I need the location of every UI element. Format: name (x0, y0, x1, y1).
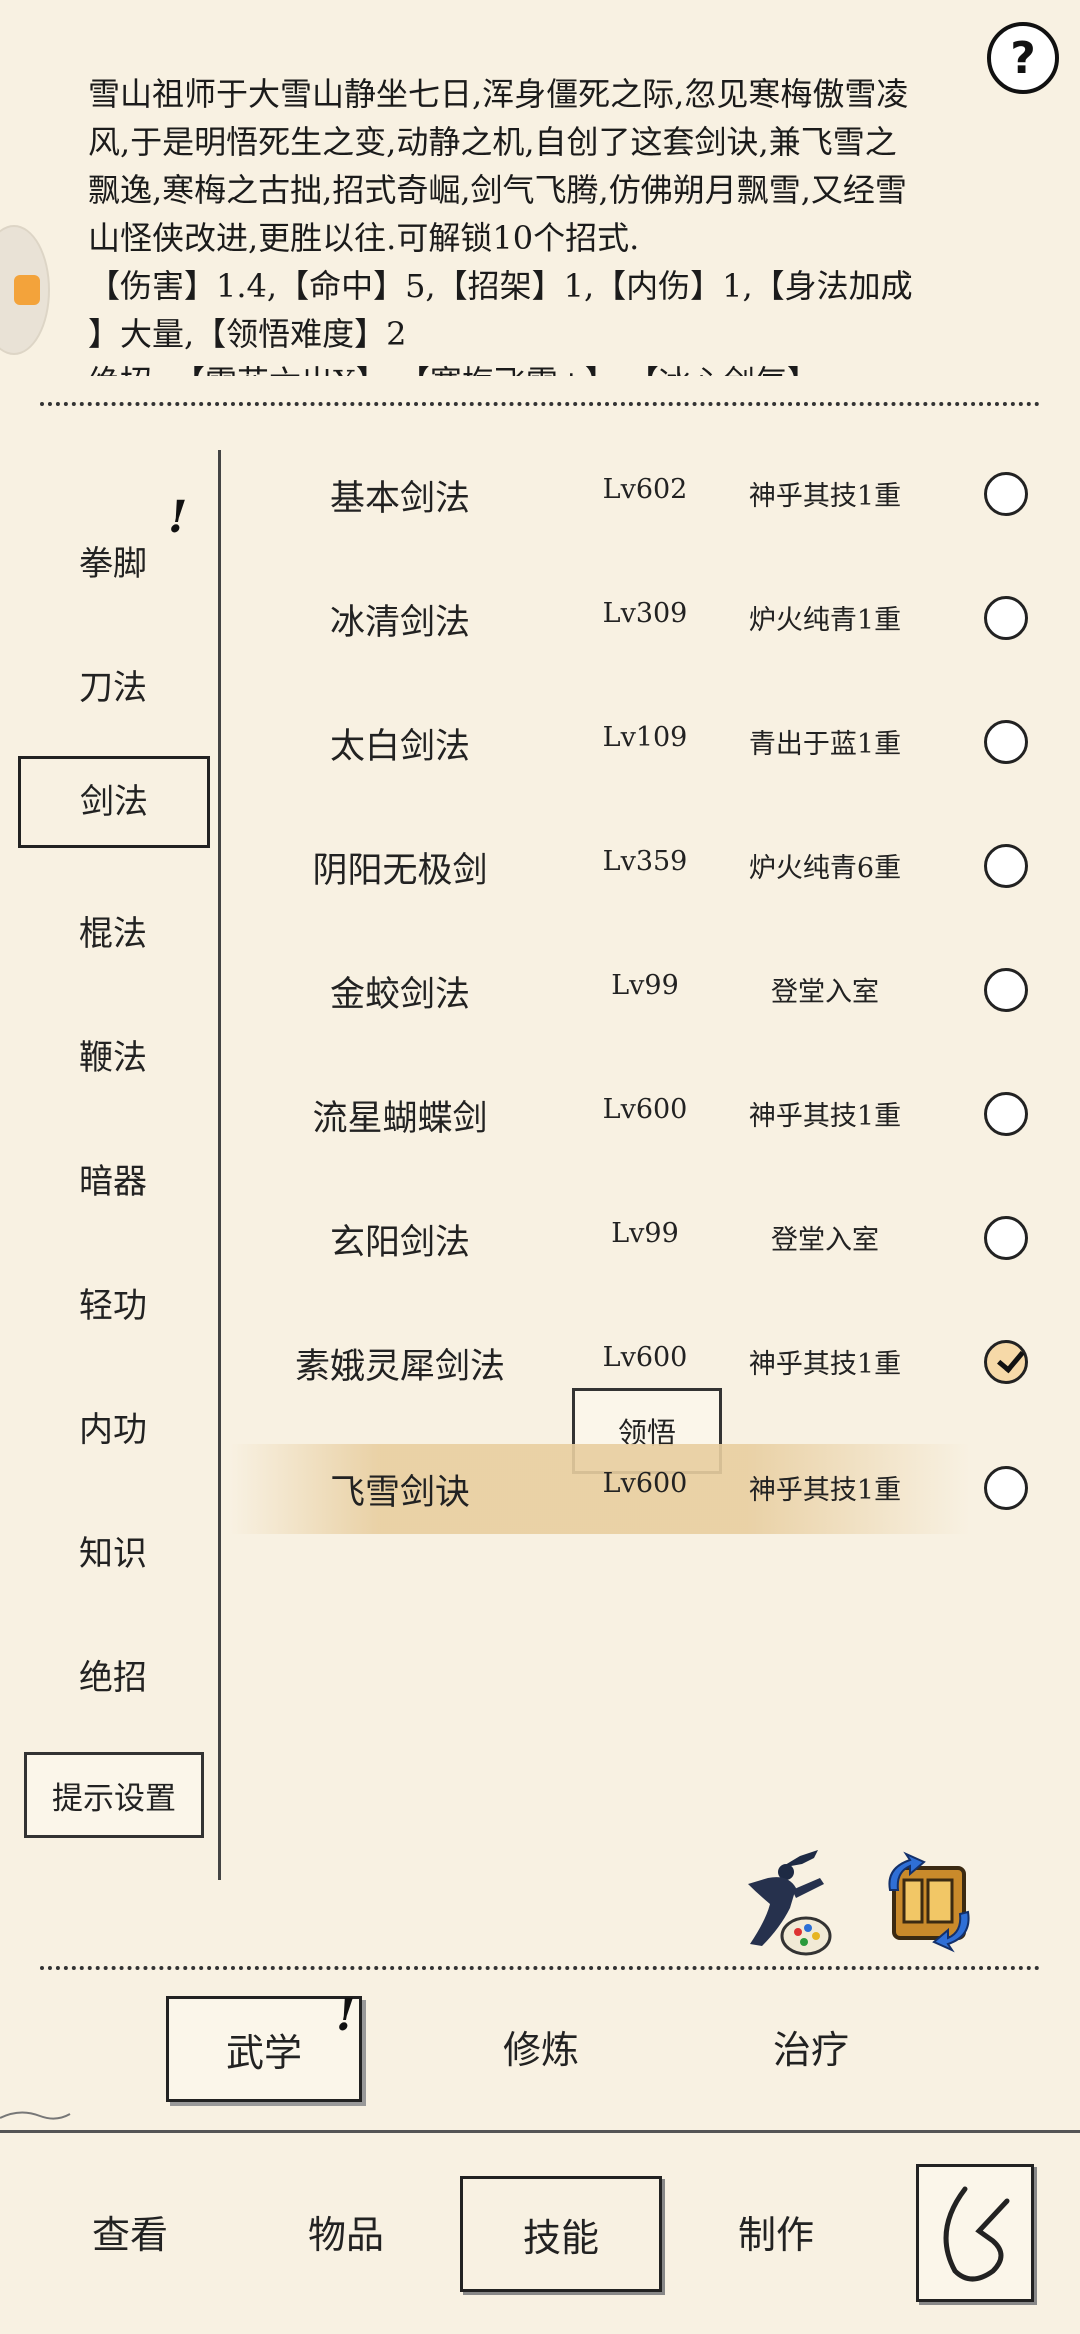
category-zhishi[interactable]: 知识 (28, 1526, 198, 1575)
skill-name: 基本剑法 (329, 479, 470, 519)
skill-name: 素娥灵犀剑法 (294, 1347, 505, 1387)
description-line: 雪山祖师于大雪山静坐七日,浑身僵死之际,忽见寒梅傲雪凌 (88, 75, 909, 113)
description-line: 风,于是明悟死生之变,动静之机,自创了这套剑诀,兼飞雪之 (88, 123, 897, 161)
select-radio[interactable] (984, 968, 1028, 1012)
select-radio[interactable] (984, 844, 1028, 888)
category-quanjiao[interactable]: 拳脚 (28, 536, 198, 585)
category-juezhao[interactable]: 绝招 (28, 1650, 198, 1699)
new-badge: ! (336, 1990, 356, 2041)
skill-rank: 神乎其技1重 (748, 1101, 902, 1132)
bottom-tab-craft[interactable]: 制作 (676, 2176, 876, 2286)
select-radio[interactable] (984, 596, 1028, 640)
select-radio[interactable] (984, 1216, 1028, 1260)
bottom-tab-skills[interactable]: 技能 (460, 2176, 662, 2292)
skill-level: Lv600 (602, 1094, 688, 1125)
floating-side-tab[interactable] (0, 225, 50, 355)
skill-rank: 登堂入室 (771, 977, 879, 1008)
category-neigong[interactable]: 内功 (28, 1402, 198, 1451)
skill-name: 阴阳无极剑 (312, 851, 488, 891)
skill-rank: 炉火纯青1重 (748, 605, 902, 636)
skill-row[interactable]: 太白剑法 Lv109 青出于蓝1重 (250, 698, 1060, 788)
subtab-wuxue[interactable]: 武学 (166, 1996, 362, 2102)
skill-rank: 青出于蓝1重 (748, 729, 902, 760)
description-line: 】大量,【领悟难度】2 (88, 315, 407, 353)
skill-row[interactable]: 冰清剑法 Lv309 炉火纯青1重 (250, 574, 1060, 664)
category-qinggong[interactable]: 轻功 (28, 1278, 198, 1327)
skill-row[interactable]: 阴阳无极剑 Lv359 炉火纯青6重 (250, 822, 1060, 912)
skill-name: 金蛟剑法 (329, 975, 470, 1015)
skill-rank: 神乎其技1重 (748, 1349, 902, 1380)
skill-rank: 登堂入室 (771, 1225, 879, 1256)
skill-level: Lv600 (602, 1342, 688, 1373)
skill-name: 玄阳剑法 (329, 1223, 470, 1263)
skill-rank: 神乎其技1重 (748, 1475, 902, 1506)
category-gunfa[interactable]: 棍法 (28, 906, 198, 955)
skill-level: Lv359 (602, 846, 688, 877)
selected-checkmark[interactable] (984, 1340, 1028, 1384)
column-divider (218, 450, 221, 1880)
divider (40, 402, 1040, 406)
subtab-xiulian[interactable]: 修炼 (446, 1996, 636, 2096)
new-badge: ! (168, 492, 188, 543)
description-line: 飘逸,寒梅之古拙,招式奇崛,剑气飞腾,仿佛朔月飘雪,又经雪 (88, 171, 907, 209)
skill-rank: 炉火纯青6重 (748, 853, 902, 884)
martial-figure-icon[interactable] (740, 1848, 838, 1958)
skill-row[interactable]: 金蛟剑法 Lv99 登堂入室 (250, 946, 1060, 1036)
select-radio[interactable] (984, 1466, 1028, 1510)
skill-level: Lv109 (602, 722, 688, 753)
skill-name: 飞雪剑诀 (329, 1473, 470, 1513)
hint-settings-button[interactable]: 提示设置 (24, 1752, 204, 1838)
skill-row[interactable]: 玄阳剑法 Lv99 登堂入室 (250, 1194, 1060, 1284)
description-line: 绝招: 【雪花六出X】,【寒梅飞雪+】,【冰心剑气】 (88, 358, 988, 376)
question-icon: ? (1010, 32, 1036, 84)
category-bianfa[interactable]: 鞭法 (28, 1030, 198, 1079)
skill-name: 流星蝴蝶剑 (312, 1099, 488, 1139)
skill-row[interactable]: 流星蝴蝶剑 Lv600 神乎其技1重 (250, 1070, 1060, 1160)
skill-row[interactable]: 基本剑法 Lv602 神乎其技1重 (250, 450, 1060, 540)
bottom-tab-items[interactable]: 物品 (246, 2176, 446, 2286)
skill-name: 太白剑法 (329, 727, 470, 767)
skill-level: Lv600 (602, 1468, 688, 1499)
help-button[interactable]: ? (987, 22, 1059, 94)
skill-level: Lv99 (611, 1218, 679, 1249)
skill-level: Lv99 (611, 970, 679, 1001)
category-anqi[interactable]: 暗器 (28, 1154, 198, 1203)
back-button[interactable] (916, 2164, 1034, 2302)
book-swap-icon[interactable] (876, 1850, 982, 1954)
description-line: 山怪侠改进,更胜以往.可解锁10个招式. (88, 219, 640, 257)
skill-rank: 神乎其技1重 (748, 481, 902, 512)
category-jianfa[interactable]: 剑法 (18, 756, 210, 848)
back-arrow-icon (943, 2186, 1010, 2282)
skill-row-highlighted[interactable]: 飞雪剑诀 Lv600 神乎其技1重 (230, 1444, 1028, 1534)
skill-level: Lv309 (602, 598, 688, 629)
skill-description: 雪山祖师于大雪山静坐七日,浑身僵死之际,忽见寒梅傲雪凌 风,于是明悟死生之变,动… (88, 70, 988, 376)
select-radio[interactable] (984, 720, 1028, 764)
skill-name: 冰清剑法 (329, 603, 470, 643)
select-radio[interactable] (984, 472, 1028, 516)
select-radio[interactable] (984, 1092, 1028, 1136)
description-line: 【伤害】1.4,【命中】5,【招架】1,【内伤】1,【身法加成 (88, 267, 913, 305)
skill-level: Lv602 (602, 474, 688, 505)
bottom-tab-view[interactable]: 查看 (30, 2176, 230, 2286)
decorative-swirl (0, 2111, 71, 2120)
subtab-zhiliao[interactable]: 治疗 (716, 1996, 906, 2096)
divider (40, 1966, 1040, 1970)
category-daofa[interactable]: 刀法 (28, 660, 198, 709)
side-tab-icon (14, 275, 40, 305)
